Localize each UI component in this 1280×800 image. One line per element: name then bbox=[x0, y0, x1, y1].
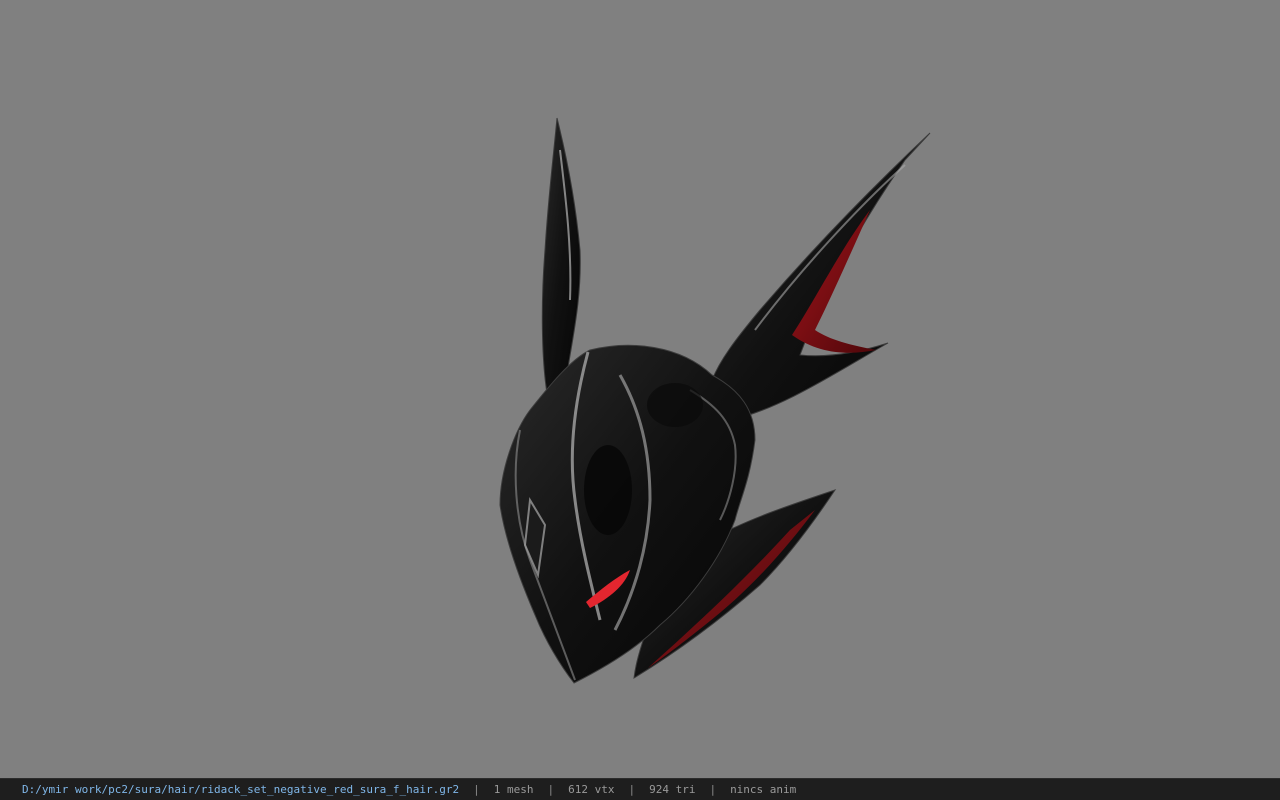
right-upper-wing bbox=[711, 132, 931, 421]
anim-status: nincs anim bbox=[730, 783, 797, 796]
file-path: D:/ymir work/pc2/sura/hair/ridack_set_ne… bbox=[22, 783, 460, 796]
vertex-count: 612 vtx bbox=[568, 783, 615, 796]
separator: | bbox=[628, 783, 636, 796]
separator: | bbox=[547, 783, 555, 796]
triangle-count: 924 tri bbox=[649, 783, 696, 796]
mesh-count: 1 mesh bbox=[493, 783, 534, 796]
separator: | bbox=[709, 783, 717, 796]
3d-viewport[interactable] bbox=[0, 0, 1280, 778]
helmet-model bbox=[499, 117, 931, 684]
separator: | bbox=[473, 783, 480, 796]
status-bar: D:/ymir work/pc2/sura/hair/ridack_set_ne… bbox=[0, 778, 1280, 800]
